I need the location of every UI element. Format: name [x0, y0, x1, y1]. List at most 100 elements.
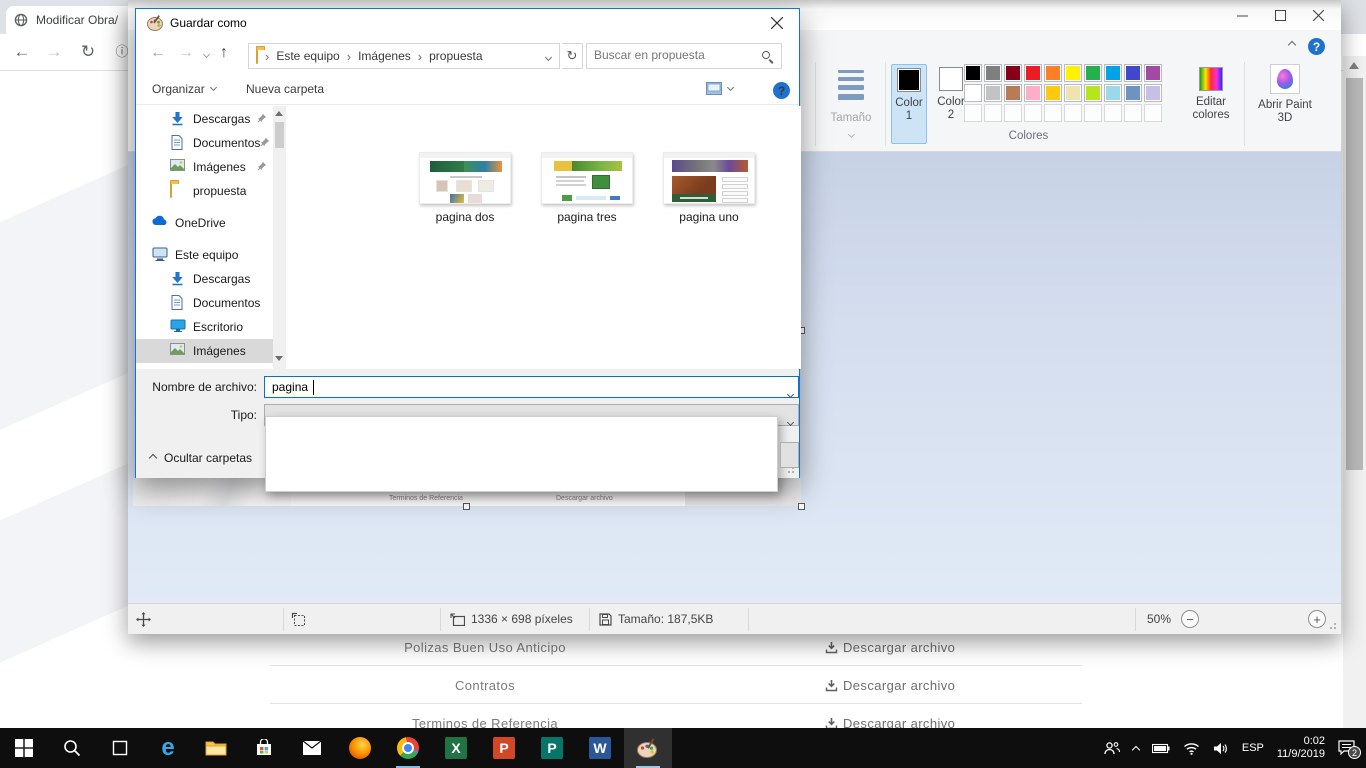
sidebar-item-descargas-2[interactable]: Descargas	[136, 267, 273, 291]
breadcrumb-item[interactable]: Este equipo	[276, 49, 339, 63]
palette-swatch[interactable]	[1024, 64, 1042, 82]
dialog-help-icon[interactable]: ?	[773, 82, 790, 99]
palette-swatch[interactable]	[984, 84, 1002, 102]
filename-input[interactable]	[272, 380, 752, 394]
wifi-icon[interactable]	[1183, 742, 1200, 755]
taskbar-edge-button[interactable]: e	[144, 728, 192, 768]
palette-empty-swatch[interactable]	[984, 104, 1002, 122]
task-view-button[interactable]	[96, 728, 144, 768]
palette-swatch[interactable]	[1004, 64, 1022, 82]
file-item-pagina-tres[interactable]: pagina tres	[532, 152, 642, 224]
palette-swatch[interactable]	[1124, 64, 1142, 82]
palette-empty-swatch[interactable]	[1144, 104, 1162, 122]
forward-icon[interactable]: →	[42, 40, 66, 64]
download-link[interactable]: Descargar archivo	[825, 678, 955, 693]
taskbar-firefox-button[interactable]	[336, 728, 384, 768]
taskbar-paint-button[interactable]	[624, 728, 672, 768]
zoom-in-button[interactable]: +	[1308, 610, 1326, 628]
filetype-dropdown-icon[interactable]	[787, 419, 794, 426]
taskbar-store-button[interactable]	[240, 728, 288, 768]
download-link[interactable]: Descargar archivo	[825, 640, 955, 655]
collapse-ribbon-icon[interactable]	[1288, 41, 1296, 49]
taskbar-publisher-button[interactable]: P	[528, 728, 576, 768]
palette-swatch[interactable]	[1084, 84, 1102, 102]
new-folder-button[interactable]: Nueva carpeta	[246, 82, 324, 96]
reload-icon[interactable]: ↻	[76, 40, 100, 64]
scroll-down-icon[interactable]	[275, 356, 283, 361]
palette-empty-swatch[interactable]	[1104, 104, 1122, 122]
search-input[interactable]	[594, 48, 754, 62]
volume-icon[interactable]	[1213, 742, 1229, 755]
sidebar-item-imagenes[interactable]: Imágenes	[136, 155, 273, 179]
size-button[interactable]: Tamaño	[823, 64, 879, 144]
scrollbar-up-arrow[interactable]	[1349, 62, 1359, 69]
palette-empty-swatch[interactable]	[1124, 104, 1142, 122]
file-item-pagina-uno[interactable]: pagina uno	[654, 152, 764, 224]
palette-empty-swatch[interactable]	[1064, 104, 1082, 122]
palette-swatch[interactable]	[964, 84, 982, 102]
scrollbar-thumb[interactable]	[1346, 78, 1363, 470]
clock[interactable]: 0:02 11/9/2019	[1277, 735, 1325, 761]
palette-swatch[interactable]	[1144, 64, 1162, 82]
address-breadcrumb[interactable]: › Este equipo › Imágenes › propuesta	[248, 43, 560, 69]
palette-swatch[interactable]	[1104, 64, 1122, 82]
nav-back-icon[interactable]: ←	[150, 44, 166, 62]
sidebar-item-este-equipo[interactable]: Este equipo	[136, 243, 273, 267]
page-info-icon[interactable]: ⓘ	[110, 40, 128, 64]
palette-swatch[interactable]	[1004, 84, 1022, 102]
back-icon[interactable]: ←	[10, 40, 34, 64]
maximize-button[interactable]	[1265, 6, 1295, 24]
canvas-resize-handle-bottom[interactable]	[463, 503, 470, 510]
filename-autocomplete-popup[interactable]	[265, 416, 778, 492]
edit-colors-button[interactable]: Editar colores	[1180, 64, 1242, 122]
palette-swatch[interactable]	[1044, 64, 1062, 82]
scroll-up-icon[interactable]	[275, 111, 283, 116]
taskbar-search-button[interactable]	[48, 728, 96, 768]
breadcrumb-item[interactable]: propuesta	[429, 49, 482, 63]
canvas-resize-handle-corner[interactable]	[798, 503, 805, 510]
palette-swatch[interactable]	[984, 64, 1002, 82]
palette-swatch[interactable]	[1044, 84, 1062, 102]
taskbar-powerpoint-button[interactable]: P	[480, 728, 528, 768]
sidebar-item-onedrive[interactable]: OneDrive	[136, 211, 273, 235]
nav-recent-dropdown-icon[interactable]	[203, 51, 210, 58]
window-resize-grip[interactable]	[1326, 619, 1336, 629]
address-dropdown-icon[interactable]	[537, 49, 559, 63]
palette-swatch[interactable]	[1064, 84, 1082, 102]
sidebar-scrollbar-thumb[interactable]	[275, 122, 284, 148]
filename-combobox[interactable]	[264, 376, 799, 398]
palette-empty-swatch[interactable]	[1004, 104, 1022, 122]
sidebar-item-documentos[interactable]: Documentos	[136, 131, 273, 155]
taskbar-explorer-button[interactable]	[192, 728, 240, 768]
palette-swatch[interactable]	[1124, 84, 1142, 102]
taskbar-word-button[interactable]: W	[576, 728, 624, 768]
paint-help-icon[interactable]: ?	[1308, 38, 1325, 55]
hide-folders-button[interactable]: Ocultar carpetas	[150, 451, 252, 465]
close-button[interactable]	[1303, 6, 1333, 24]
nav-forward-icon[interactable]: →	[178, 44, 194, 62]
language-indicator[interactable]: ESP	[1242, 742, 1264, 754]
open-paint3d-button[interactable]: Abrir Paint 3D	[1250, 64, 1320, 125]
search-icon[interactable]	[762, 51, 774, 63]
browser-scrollbar[interactable]	[1343, 56, 1366, 728]
dialog-resize-grip[interactable]	[784, 463, 794, 473]
sidebar-item-imagenes-selected[interactable]: Imágenes	[136, 339, 273, 363]
taskbar-excel-button[interactable]: X	[432, 728, 480, 768]
dialog-close-button[interactable]	[754, 9, 799, 37]
minimize-button[interactable]	[1227, 6, 1257, 24]
file-list-area[interactable]: pagina dos	[288, 106, 801, 369]
start-button[interactable]	[0, 728, 48, 768]
palette-swatch[interactable]	[1084, 64, 1102, 82]
palette-swatch[interactable]	[1064, 64, 1082, 82]
battery-icon[interactable]	[1152, 743, 1170, 754]
palette-swatch[interactable]	[1104, 84, 1122, 102]
people-icon[interactable]	[1104, 741, 1120, 755]
sidebar-item-descargas[interactable]: Descargas	[136, 107, 273, 131]
palette-empty-swatch[interactable]	[1084, 104, 1102, 122]
organize-button[interactable]: Organizar	[152, 82, 216, 96]
palette-empty-swatch[interactable]	[964, 104, 982, 122]
download-link[interactable]: Descargar archivo	[825, 716, 955, 728]
zoom-out-button[interactable]: −	[1181, 610, 1199, 628]
taskbar-chrome-button[interactable]	[384, 728, 432, 768]
filename-dropdown-icon[interactable]	[787, 391, 794, 398]
